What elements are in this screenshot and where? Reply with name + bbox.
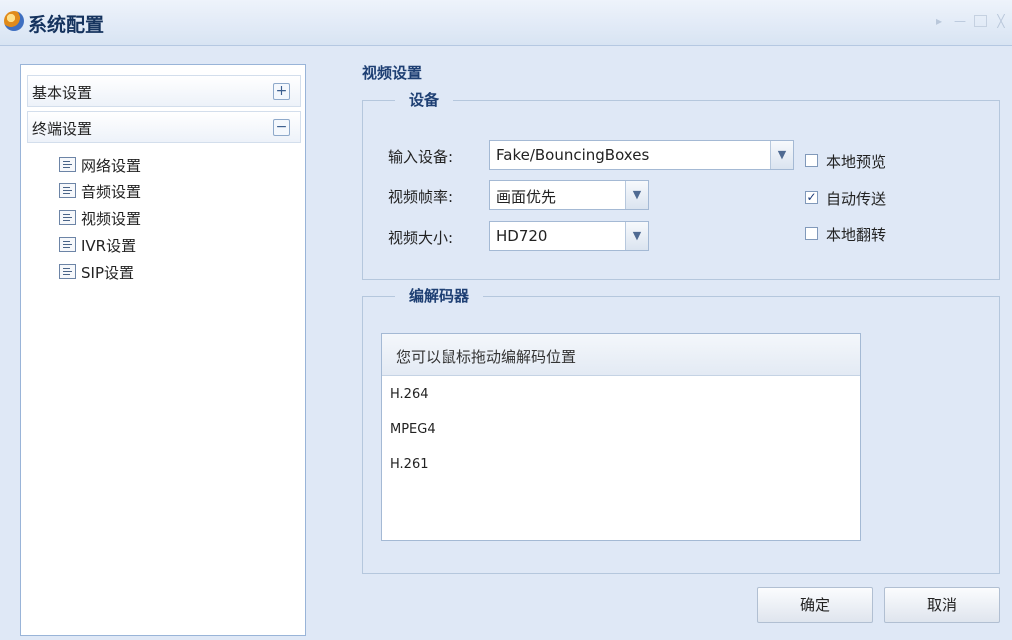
codec-list: 您可以鼠标拖动编解码位置 H.264 MPEG4 H.261	[381, 333, 861, 541]
collapse-icon[interactable]: −	[273, 119, 290, 136]
input-device-select[interactable]: Fake/BouncingBoxes ▼	[489, 140, 794, 170]
settings-page-icon	[59, 183, 76, 198]
checkbox-checked-icon[interactable]: ✓	[805, 191, 818, 204]
frame-rate-select[interactable]: 画面优先 ▼	[489, 180, 649, 210]
nav-item-label: 音频设置	[81, 183, 142, 201]
cancel-button[interactable]: 取消	[884, 587, 1000, 623]
restore-icon[interactable]: ▸	[932, 14, 946, 28]
checkbox-icon[interactable]	[805, 154, 818, 167]
codec-list-header: 您可以鼠标拖动编解码位置	[382, 334, 860, 376]
checkbox-label: 自动传送	[826, 190, 887, 208]
close-icon[interactable]: ╳	[994, 14, 1008, 28]
nav-group-terminal-settings[interactable]: 终端设置 −	[27, 111, 301, 143]
input-device-value: Fake/BouncingBoxes	[496, 146, 650, 164]
chevron-down-icon[interactable]: ▼	[625, 222, 648, 250]
settings-page-icon	[59, 210, 76, 225]
section-title: 视频设置	[362, 64, 423, 82]
nav-item-sip-settings[interactable]: SIP设置	[59, 260, 299, 284]
nav-item-label: 视频设置	[81, 210, 142, 228]
settings-nav-panel: 基本设置 + 终端设置 − 网络设置 音频设置 视频设置 IVR设置 SIP设置	[20, 64, 306, 636]
codec-item[interactable]: H.264	[390, 387, 429, 402]
nav-item-label: 网络设置	[81, 157, 142, 175]
chevron-down-icon[interactable]: ▼	[770, 141, 793, 169]
title-bar: 系统配置 ▸ — ╳	[0, 0, 1012, 46]
minimize-icon[interactable]: —	[953, 14, 967, 28]
nav-item-label: SIP设置	[81, 264, 134, 282]
codec-item[interactable]: MPEG4	[390, 422, 436, 437]
settings-page-icon	[59, 157, 76, 172]
settings-page-icon	[59, 264, 76, 279]
nav-item-network-settings[interactable]: 网络设置	[59, 153, 299, 177]
window-controls: ▸ — ╳	[932, 14, 1008, 28]
checkbox-label: 本地预览	[826, 153, 887, 171]
video-size-select[interactable]: HD720 ▼	[489, 221, 649, 251]
video-size-label: 视频大小:	[388, 229, 454, 247]
window-title: 系统配置	[28, 14, 105, 36]
nav-item-video-settings[interactable]: 视频设置	[59, 206, 299, 230]
codec-legend: 编解码器	[395, 285, 484, 306]
checkbox-label: 本地翻转	[826, 226, 887, 244]
frame-rate-label: 视频帧率:	[388, 188, 454, 206]
nav-item-audio-settings[interactable]: 音频设置	[59, 179, 299, 203]
nav-group-basic-settings[interactable]: 基本设置 +	[27, 75, 301, 107]
video-size-value: HD720	[496, 227, 548, 245]
frame-rate-value: 画面优先	[496, 188, 557, 206]
nav-item-ivr-settings[interactable]: IVR设置	[59, 233, 299, 257]
input-device-label: 输入设备:	[388, 148, 454, 166]
nav-item-label: IVR设置	[81, 237, 137, 255]
ok-button[interactable]: 确定	[757, 587, 873, 623]
checkbox-icon[interactable]	[805, 227, 818, 240]
device-fieldset: 设备	[362, 89, 1000, 280]
expand-icon[interactable]: +	[273, 83, 290, 100]
codec-item[interactable]: H.261	[390, 457, 429, 472]
settings-page-icon	[59, 237, 76, 252]
app-logo-icon	[4, 11, 24, 31]
maximize-icon[interactable]	[974, 15, 987, 27]
nav-group-label: 终端设置	[32, 120, 93, 138]
device-legend: 设备	[395, 89, 454, 110]
codec-list-header-label: 您可以鼠标拖动编解码位置	[396, 348, 577, 366]
nav-group-label: 基本设置	[32, 84, 93, 102]
chevron-down-icon[interactable]: ▼	[625, 181, 648, 209]
